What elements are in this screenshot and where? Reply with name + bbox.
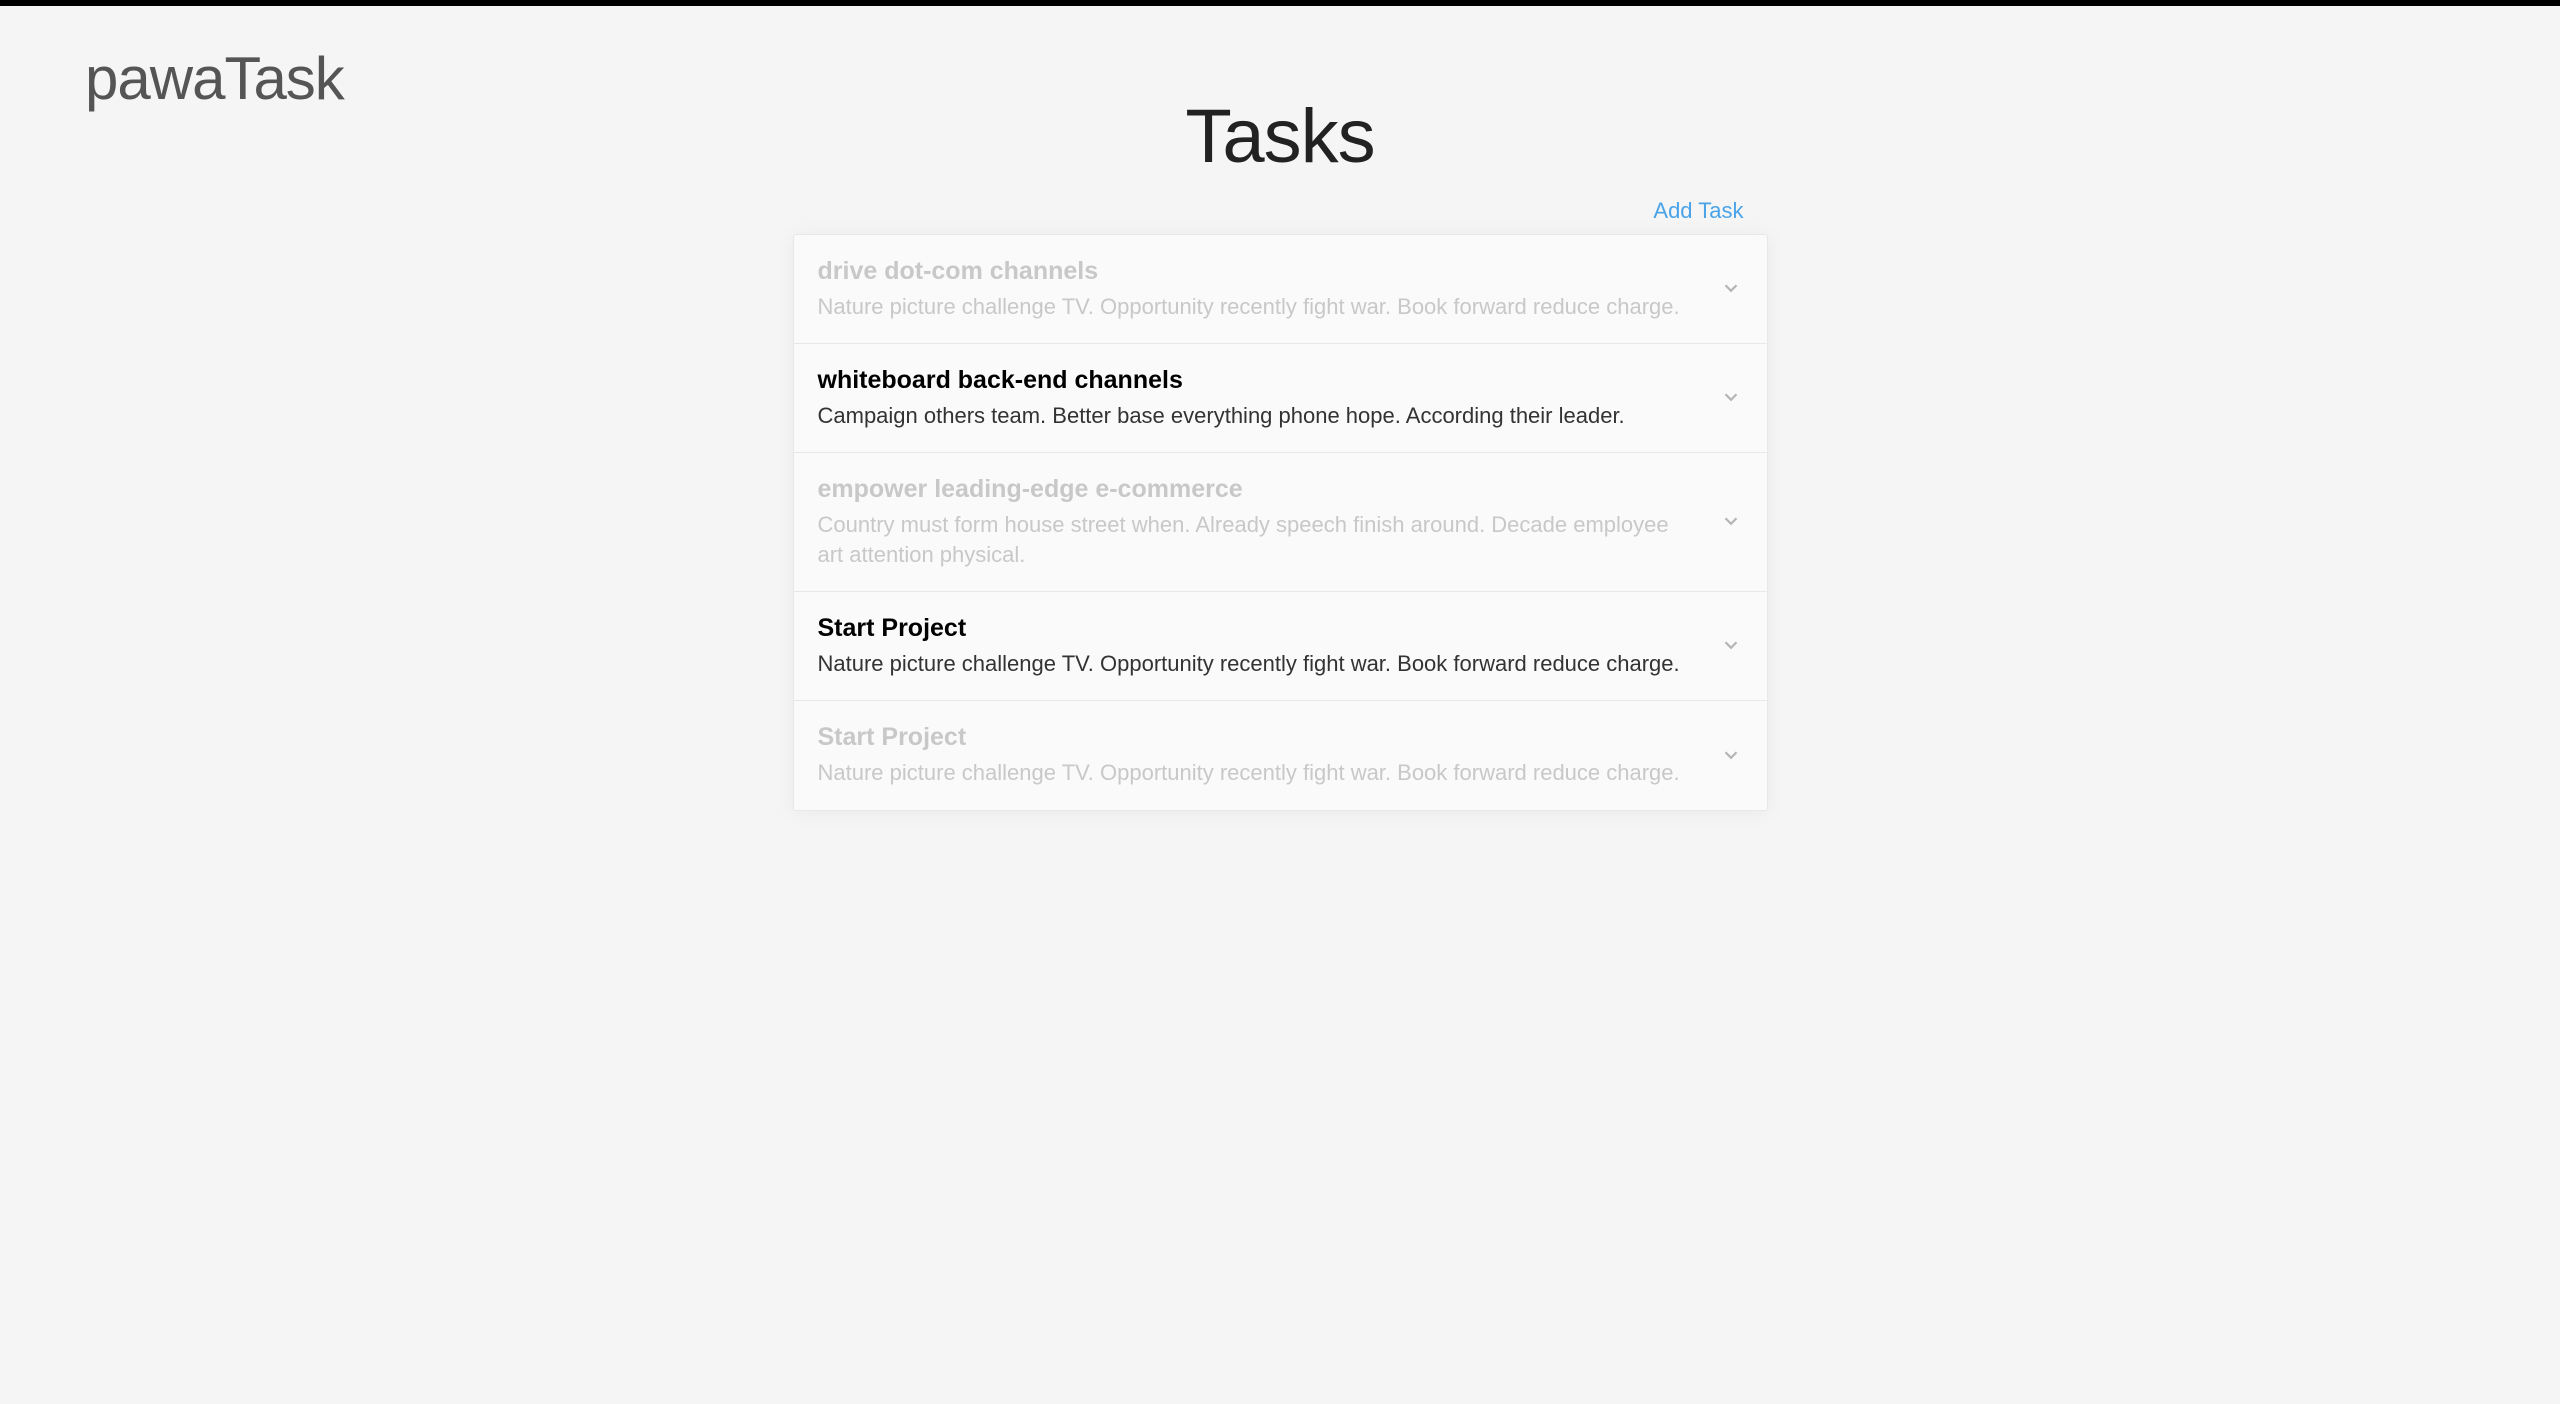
task-content: drive dot-com channels Nature picture ch… xyxy=(818,255,1719,321)
top-bar xyxy=(0,0,2560,6)
task-item[interactable]: whiteboard back-end channels Campaign ot… xyxy=(794,344,1767,453)
task-title: whiteboard back-end channels xyxy=(818,364,1699,397)
task-item[interactable]: Start Project Nature picture challenge T… xyxy=(794,592,1767,701)
add-task-button[interactable]: Add Task xyxy=(1653,198,1743,223)
chevron-down-icon[interactable] xyxy=(1719,633,1743,657)
task-description: Nature picture challenge TV. Opportunity… xyxy=(818,758,1699,788)
task-item[interactable]: empower leading-edge e-commerce Country … xyxy=(794,453,1767,592)
task-title: Start Project xyxy=(818,612,1699,645)
task-content: empower leading-edge e-commerce Country … xyxy=(818,473,1719,569)
task-item[interactable]: Start Project Nature picture challenge T… xyxy=(794,701,1767,809)
task-description: Country must form house street when. Alr… xyxy=(818,510,1699,569)
task-list: drive dot-com channels Nature picture ch… xyxy=(793,234,1768,811)
task-description: Nature picture challenge TV. Opportunity… xyxy=(818,649,1699,679)
task-title: drive dot-com channels xyxy=(818,255,1699,288)
task-content: Start Project Nature picture challenge T… xyxy=(818,612,1719,678)
chevron-down-icon[interactable] xyxy=(1719,743,1743,767)
task-title: Start Project xyxy=(818,721,1699,754)
task-content: Start Project Nature picture challenge T… xyxy=(818,721,1719,787)
chevron-down-icon[interactable] xyxy=(1719,276,1743,300)
page-wrapper: pawaTask Tasks Add Task drive dot-com ch… xyxy=(0,44,2560,811)
chevron-down-icon[interactable] xyxy=(1719,509,1743,533)
task-content: whiteboard back-end channels Campaign ot… xyxy=(818,364,1719,430)
task-item[interactable]: drive dot-com channels Nature picture ch… xyxy=(794,235,1767,344)
task-description: Nature picture challenge TV. Opportunity… xyxy=(818,292,1699,322)
add-task-row: Add Task xyxy=(793,198,1768,224)
task-title: empower leading-edge e-commerce xyxy=(818,473,1699,506)
page-heading: Tasks xyxy=(793,93,1768,180)
chevron-down-icon[interactable] xyxy=(1719,385,1743,409)
main-container: Tasks Add Task drive dot-com channels Na… xyxy=(793,93,1768,811)
task-description: Campaign others team. Better base everyt… xyxy=(818,401,1699,431)
